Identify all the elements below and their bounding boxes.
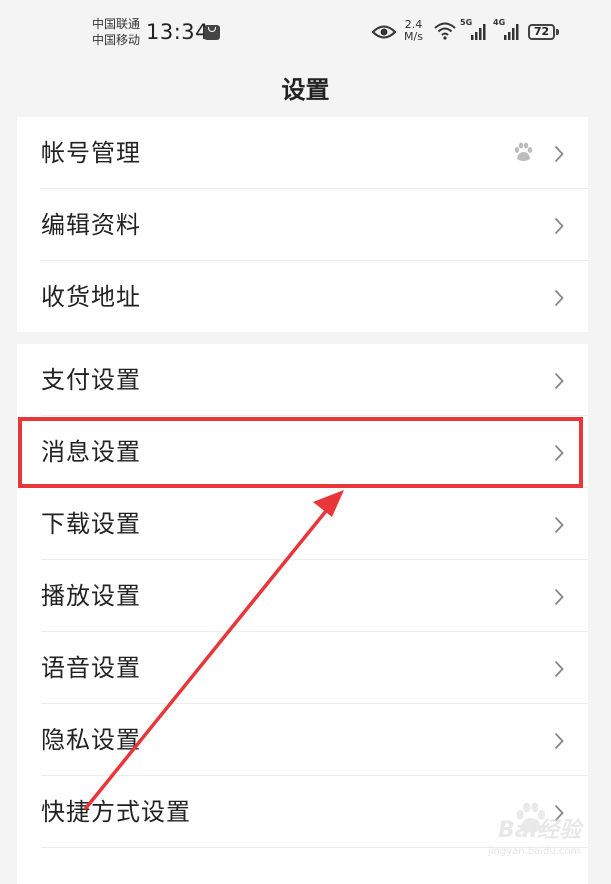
chevron-right-icon (554, 145, 564, 163)
settings-item-label: 消息设置 (41, 438, 141, 466)
chevron-right-icon (554, 372, 564, 390)
settings-item-label: 支付设置 (41, 366, 141, 394)
wifi-icon (434, 22, 456, 40)
chevron-right-icon (554, 588, 564, 606)
settings-item-edit-profile[interactable]: 编辑资料 (17, 189, 588, 261)
carrier-2: 中国移动 (92, 33, 141, 47)
settings-item-label: 语音设置 (41, 654, 141, 682)
settings-item-voice[interactable]: 语音设置 (17, 632, 588, 704)
chevron-right-icon (554, 660, 564, 678)
settings-item-shipping-address[interactable]: 收货地址 (17, 261, 588, 333)
settings-item-label: 下载设置 (41, 510, 141, 538)
watermark-logo: Bai经验 jingyan.baidu.com (470, 800, 611, 868)
speed-unit: M/s (404, 30, 423, 43)
chevron-right-icon (554, 516, 564, 534)
carrier-info: 中国联通 中国移动 (92, 16, 140, 48)
app-notification-icon (204, 25, 220, 40)
settings-item-label: 编辑资料 (41, 211, 141, 239)
settings-item-privacy[interactable]: 隐私设置 (17, 704, 588, 776)
settings-item-account[interactable]: 帐号管理 (17, 117, 588, 189)
status-bar: 中国联通 中国移动 13:34 2.4 M/s 5G 4G 72 (0, 0, 611, 66)
clock: 13:34 (146, 20, 210, 44)
chevron-right-icon (554, 289, 564, 307)
network-speed: 2.4 M/s (404, 19, 423, 43)
battery-tip (556, 29, 559, 35)
settings-item-playback[interactable]: 播放设置 (17, 560, 588, 632)
signal-4g-icon (504, 24, 519, 40)
eye-icon (372, 25, 396, 39)
settings-item-label: 播放设置 (41, 582, 141, 610)
paw-icon (514, 142, 533, 161)
carrier-1: 中国联通 (92, 17, 141, 31)
signal-5g-icon (471, 24, 486, 40)
watermark-subtext: jingyan.baidu.com (488, 846, 581, 857)
settings-item-label: 收货地址 (41, 283, 141, 311)
settings-item-label: 帐号管理 (41, 139, 141, 167)
settings-item-download[interactable]: 下载设置 (17, 488, 588, 560)
settings-item-label: 隐私设置 (41, 726, 141, 754)
chevron-right-icon (554, 732, 564, 750)
page-title: 设置 (281, 76, 330, 104)
settings-item-label: 快捷方式设置 (41, 798, 191, 826)
watermark-text: Bai经验 (498, 818, 582, 843)
settings-item-message[interactable]: 消息设置 (17, 416, 588, 488)
settings-group-account: 帐号管理 编辑资料 收货地址 (17, 117, 588, 332)
chevron-right-icon (554, 217, 564, 235)
settings-item-payment[interactable]: 支付设置 (17, 344, 588, 416)
battery-indicator: 72 (528, 24, 555, 40)
chevron-right-icon (554, 444, 564, 462)
